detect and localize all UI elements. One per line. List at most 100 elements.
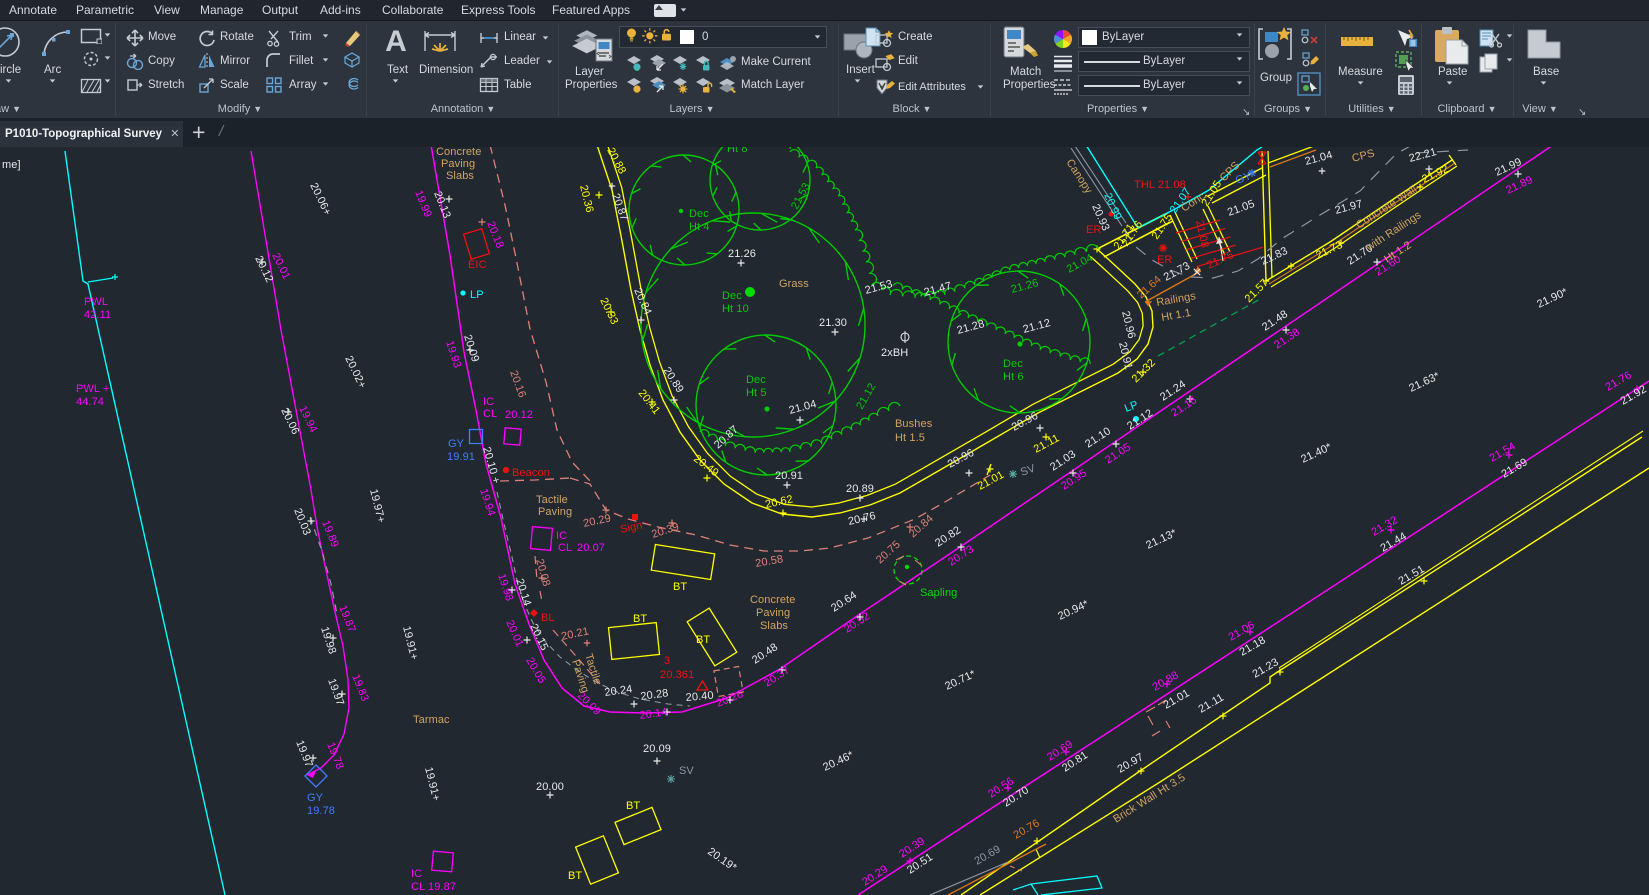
svg-text:20.21: 20.21 [560,625,590,643]
svg-text:19.93: 19.93 [443,339,463,369]
svg-text:21.28: 21.28 [956,318,986,337]
svg-text:Sapling: Sapling [920,587,957,599]
svg-text:19.97: 19.97 [325,677,346,707]
svg-text:42.11: 42.11 [84,309,111,321]
svg-text:19.91+: 19.91+ [400,625,420,661]
svg-text:21.01: 21.01 [976,469,1006,493]
svg-text:19.97: 19.97 [293,739,315,769]
svg-text:20.62: 20.62 [764,493,794,511]
svg-text:21.54: 21.54 [1488,440,1518,464]
svg-text:Paving: Paving [441,158,475,170]
svg-text:20.10 +: 20.10 + [480,446,502,486]
svg-text:Dec: Dec [722,290,742,302]
svg-text:21.05: 21.05 [1103,441,1133,466]
svg-text:21.13*: 21.13* [1144,527,1179,552]
svg-text:21.90*: 21.90* [1535,286,1570,311]
svg-text:BT: BT [696,634,710,646]
svg-text:21.12: 21.12 [854,381,878,411]
svg-text:20.06+: 20.06+ [307,181,333,217]
svg-text:20.69: 20.69 [973,843,1003,867]
svg-text:21.47: 21.47 [923,280,953,299]
svg-text:CL: CL [483,408,497,420]
svg-text:2xBH: 2xBH [881,347,908,359]
svg-text:Tactile: Tactile [536,494,568,506]
svg-text:SV: SV [679,765,694,777]
svg-text:SV: SV [1019,462,1038,479]
svg-text:Dec: Dec [1003,358,1023,370]
svg-text:20.95: 20.95 [1059,467,1089,492]
svg-text:19.78: 19.78 [307,805,335,817]
svg-text:Sign: Sign [619,520,643,536]
svg-text:BT: BT [626,800,640,812]
svg-text:19.98: 19.98 [318,625,338,655]
svg-text:20.52: 20.52 [842,610,872,635]
svg-text:20.37: 20.37 [762,664,792,689]
svg-text:20.12: 20.12 [505,409,533,421]
svg-text:20.58: 20.58 [754,553,784,570]
svg-text:20.48: 20.48 [750,641,780,666]
svg-text:Ht 10: Ht 10 [722,303,749,315]
svg-text:20.84: 20.84 [631,286,653,316]
svg-text:21.53: 21.53 [864,278,894,297]
svg-text:20.13: 20.13 [431,190,453,220]
svg-text:LP: LP [470,289,484,301]
svg-text:A: A [385,25,407,58]
svg-text:21.40*: 21.40* [1299,441,1334,466]
svg-text:20.88: 20.88 [1151,669,1181,693]
svg-text:21.92: 21.92 [1420,163,1450,186]
svg-text:Dec: Dec [689,208,709,220]
svg-text:Ht 1.5: Ht 1.5 [895,432,925,444]
svg-text:20.84: 20.84 [907,513,936,541]
svg-text:20.71*: 20.71* [943,668,978,693]
svg-text:PWL: PWL [84,296,108,308]
svg-text:Ht 1.1: Ht 1.1 [1160,307,1192,324]
svg-text:21.26: 21.26 [1010,277,1040,296]
svg-text:EIC: EIC [468,259,487,271]
svg-text:21.04: 21.04 [1065,252,1095,276]
svg-text:20.16: 20.16 [507,369,528,399]
svg-text:Ht 6: Ht 6 [1003,371,1024,383]
svg-text:20.14: 20.14 [639,706,668,722]
svg-text:20.00: 20.00 [536,781,564,793]
svg-text:19.97+: 19.97+ [367,488,387,524]
svg-text:Bushes: Bushes [895,418,933,430]
svg-text:20.39: 20.39 [650,521,680,541]
svg-text:21.89: 21.89 [1504,174,1534,197]
svg-text:20.41: 20.41 [636,387,663,416]
svg-text:21.05: 21.05 [1226,198,1256,219]
svg-text:IC: IC [556,530,567,542]
svg-text:19.83: 19.83 [349,673,371,703]
svg-text:20.89: 20.89 [846,483,874,495]
svg-text:20.91: 20.91 [775,470,803,482]
svg-text:21.04: 21.04 [1304,149,1334,168]
svg-text:21.12: 21.12 [1022,317,1052,336]
svg-text:20.01: 20.01 [503,618,525,648]
svg-text:20.15: 20.15 [527,622,550,652]
svg-text:20.14: 20.14 [513,577,533,607]
svg-text:Tarmac: Tarmac [413,714,450,726]
svg-text:21.01: 21.01 [1162,687,1192,711]
svg-text:19.91+: 19.91+ [422,766,442,802]
svg-text:BL: BL [541,612,555,624]
svg-text:Dec: Dec [746,374,766,386]
svg-text:20.26: 20.26 [715,688,745,710]
svg-text:BT: BT [568,870,582,882]
svg-text:20.89: 20.89 [660,365,685,395]
svg-text:20.87: 20.87 [712,424,741,452]
svg-text:20.94*: 20.94* [1056,598,1091,623]
svg-text:Concrete: Concrete [436,147,481,158]
svg-text:Grass: Grass [779,278,809,290]
svg-text:ER: ER [1157,254,1172,266]
svg-text:Concrete: Concrete [750,594,795,606]
svg-text:20.96: 20.96 [1119,310,1137,340]
svg-text:20.09: 20.09 [575,690,603,718]
svg-text:21.53: 21.53 [789,181,813,211]
svg-text:21.23: 21.23 [1251,656,1281,680]
svg-text:Slabs: Slabs [446,170,474,182]
svg-text:19.99: 19.99 [412,189,434,219]
svg-text:21.69: 21.69 [1500,456,1530,480]
svg-text:THL 21.08: THL 21.08 [1134,179,1186,191]
svg-text:20.28: 20.28 [640,687,669,703]
svg-text:Brick Wall Ht 3.5: Brick Wall Ht 3.5 [1111,772,1187,826]
svg-text:19.89: 19.89 [319,519,341,549]
